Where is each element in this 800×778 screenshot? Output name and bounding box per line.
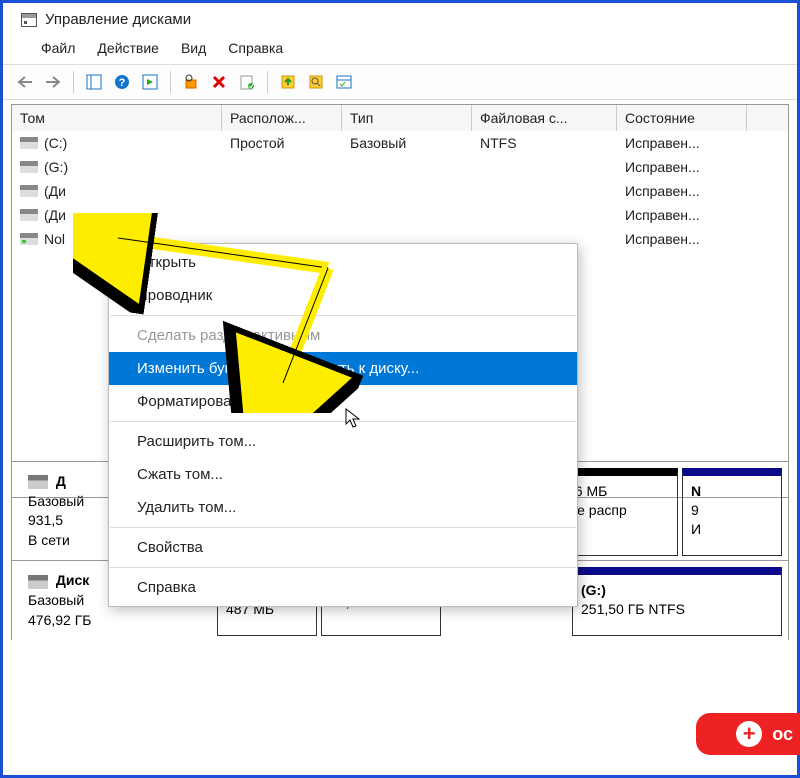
context-menu-item: Сделать раздел активным bbox=[109, 319, 577, 352]
context-menu-item[interactable]: Расширить том... bbox=[109, 425, 577, 458]
menu-view[interactable]: Вид bbox=[181, 40, 206, 56]
volume-layout: Простой bbox=[222, 135, 342, 151]
part-g-text: 251,50 ГБ NTFS bbox=[581, 601, 685, 617]
col-header-status[interactable]: Состояние bbox=[617, 105, 747, 131]
volume-icon bbox=[20, 137, 38, 149]
table-row[interactable]: (Ди Исправен... bbox=[12, 203, 788, 227]
partition-button[interactable] bbox=[276, 70, 300, 94]
volume-status: Исправен... bbox=[617, 159, 747, 175]
volume-icon bbox=[20, 185, 38, 197]
disk-1-type: Базовый bbox=[28, 592, 84, 608]
volume-icon bbox=[20, 161, 38, 173]
menu-file[interactable]: Файл bbox=[41, 40, 75, 56]
partition-g[interactable]: (G:) 251,50 ГБ NTFS bbox=[572, 567, 782, 636]
disk-0-size: 931,5 bbox=[28, 512, 63, 528]
menu-bar: Файл Действие Вид Справка bbox=[3, 34, 797, 64]
help-button[interactable]: ? bbox=[110, 70, 134, 94]
volume-status: Исправен... bbox=[617, 183, 747, 199]
disk-management-icon bbox=[21, 13, 37, 27]
part-n-name: N bbox=[691, 483, 701, 499]
volume-name: (G:) bbox=[44, 159, 68, 175]
col-header-type[interactable]: Тип bbox=[342, 105, 472, 131]
context-menu-item[interactable]: Сжать том... bbox=[109, 458, 577, 491]
col-header-rest[interactable] bbox=[747, 105, 788, 131]
disk-icon bbox=[28, 475, 48, 489]
volume-icon bbox=[20, 233, 38, 245]
disk-0-name: Д bbox=[56, 473, 66, 489]
context-menu-separator bbox=[110, 315, 576, 316]
volume-name: Nol bbox=[44, 231, 65, 247]
table-row[interactable]: (Ди Исправен... bbox=[12, 179, 788, 203]
toolbar-separator bbox=[267, 71, 268, 93]
back-button[interactable] bbox=[13, 70, 37, 94]
context-menu-item[interactable]: Форматировать... bbox=[109, 385, 577, 418]
context-menu-item[interactable]: Проводник bbox=[109, 279, 577, 312]
volume-status: Исправен... bbox=[617, 231, 747, 247]
col-header-layout[interactable]: Располож... bbox=[222, 105, 342, 131]
context-menu-item[interactable]: Удалить том... bbox=[109, 491, 577, 524]
volume-icon bbox=[20, 209, 38, 221]
search-button[interactable] bbox=[304, 70, 328, 94]
context-menu-item[interactable]: Справка bbox=[109, 571, 577, 604]
disk-0-status: В сети bbox=[28, 532, 70, 548]
list-button[interactable] bbox=[332, 70, 356, 94]
volume-name: (C:) bbox=[44, 135, 67, 151]
disk-1-name: Диск bbox=[56, 572, 89, 588]
context-menu-separator bbox=[110, 567, 576, 568]
context-menu-item[interactable]: Изменить букву диска или путь к диску... bbox=[109, 352, 577, 385]
table-row[interactable]: (G:) Исправен... bbox=[12, 155, 788, 179]
forward-button[interactable] bbox=[41, 70, 65, 94]
disk-icon bbox=[28, 575, 48, 589]
col-header-volume[interactable]: Том bbox=[12, 105, 222, 131]
context-menu: ОткрытьПроводник Сделать раздел активнымИ… bbox=[108, 243, 578, 607]
col-header-filesystem[interactable]: Файловая с... bbox=[472, 105, 617, 131]
table-row[interactable]: (C:) ПростойБазовыйNTFSИсправен... bbox=[12, 131, 788, 155]
context-menu-item[interactable]: Свойства bbox=[109, 531, 577, 564]
part-n-status: И bbox=[691, 521, 701, 537]
context-menu-item[interactable]: Открыть bbox=[109, 246, 577, 279]
menu-help[interactable]: Справка bbox=[228, 40, 283, 56]
watermark-text: ос bbox=[772, 724, 793, 745]
part-n-size: 9 bbox=[691, 502, 699, 518]
volume-name: (Ди bbox=[44, 207, 66, 223]
volume-status: Исправен... bbox=[617, 135, 747, 151]
plus-icon: + bbox=[736, 721, 762, 747]
show-hide-button[interactable] bbox=[82, 70, 106, 94]
table-header-row: Том Располож... Тип Файловая с... Состоя… bbox=[12, 105, 788, 131]
toolbar-separator bbox=[73, 71, 74, 93]
toolbar-separator bbox=[170, 71, 171, 93]
context-menu-separator bbox=[110, 527, 576, 528]
title-bar: Управление дисками bbox=[3, 3, 797, 34]
toolbar: ? bbox=[3, 64, 797, 100]
partition-n[interactable]: N 9 И bbox=[682, 468, 782, 556]
delete-button[interactable] bbox=[207, 70, 231, 94]
menu-action[interactable]: Действие bbox=[97, 40, 159, 56]
window-title: Управление дисками bbox=[45, 11, 191, 28]
properties-button[interactable] bbox=[235, 70, 259, 94]
volume-name: (Ди bbox=[44, 183, 66, 199]
svg-text:?: ? bbox=[119, 77, 126, 89]
settings-button[interactable] bbox=[179, 70, 203, 94]
volume-type: Базовый bbox=[342, 135, 472, 151]
disk-0-type: Базовый bbox=[28, 493, 84, 509]
watermark-badge: + ос bbox=[696, 713, 800, 755]
volume-status: Исправен... bbox=[617, 207, 747, 223]
refresh-button[interactable] bbox=[138, 70, 162, 94]
disk-1-size: 476,92 ГБ bbox=[28, 612, 91, 628]
volume-fs: NTFS bbox=[472, 135, 617, 151]
part-g-name: (G:) bbox=[581, 582, 606, 598]
context-menu-separator bbox=[110, 421, 576, 422]
